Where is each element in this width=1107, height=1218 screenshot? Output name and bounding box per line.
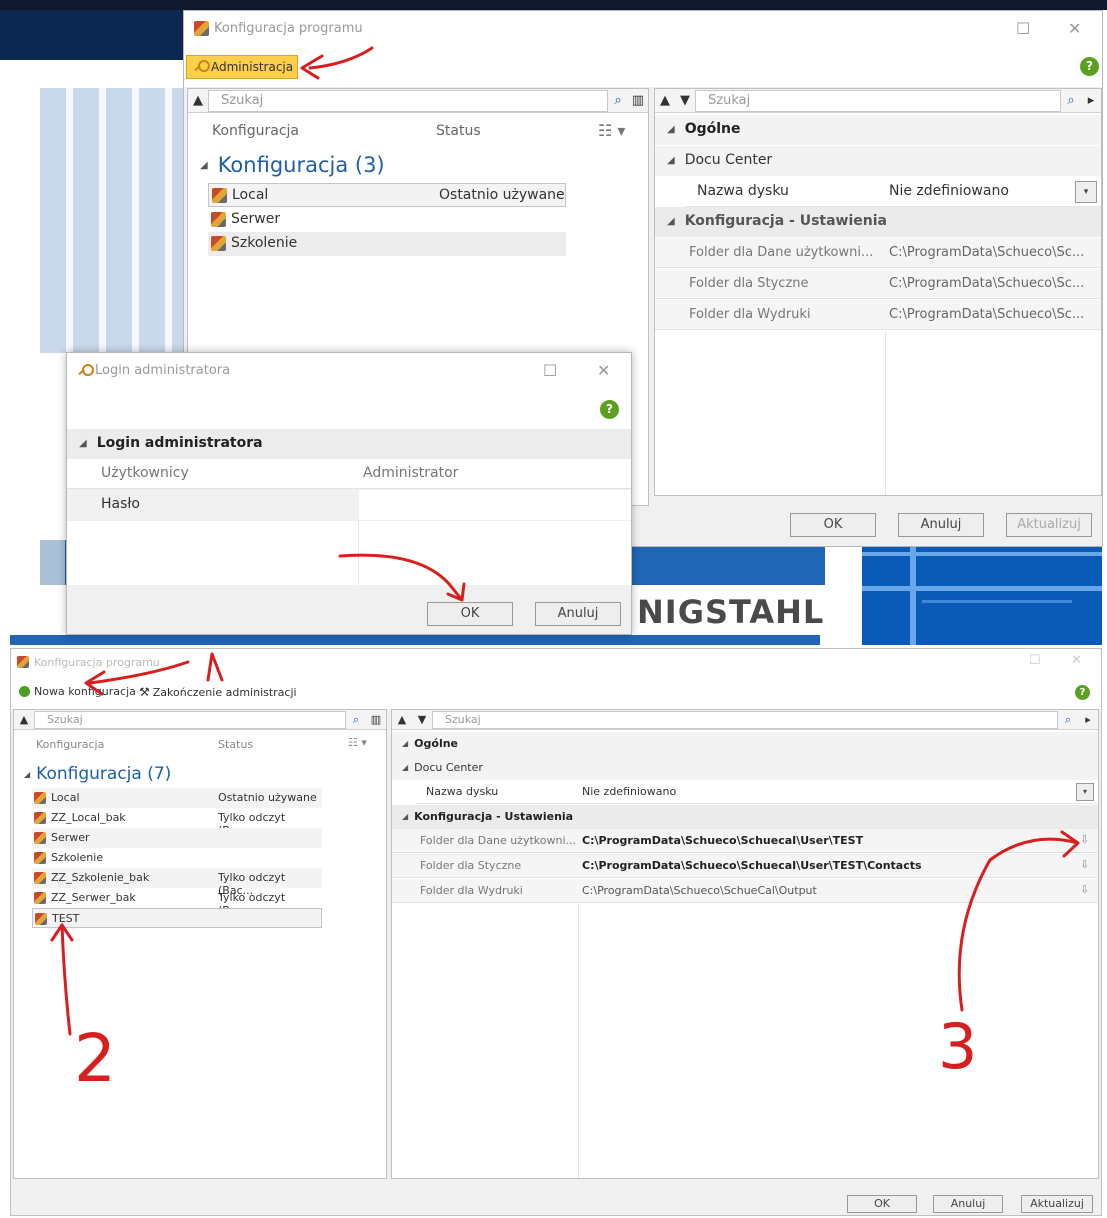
arrow-test-row [50,923,74,1036]
annotation-3: 3 [938,1010,978,1083]
arrow-admin-button [300,46,374,80]
annotation-1-shape [206,652,224,682]
arrow-new-config [84,660,190,696]
arrow-folder-buttons [957,830,1080,1012]
annotation-2: 2 [74,1020,116,1097]
arrow-ok-button [338,553,466,602]
annotation-1: 1 [200,648,201,649]
